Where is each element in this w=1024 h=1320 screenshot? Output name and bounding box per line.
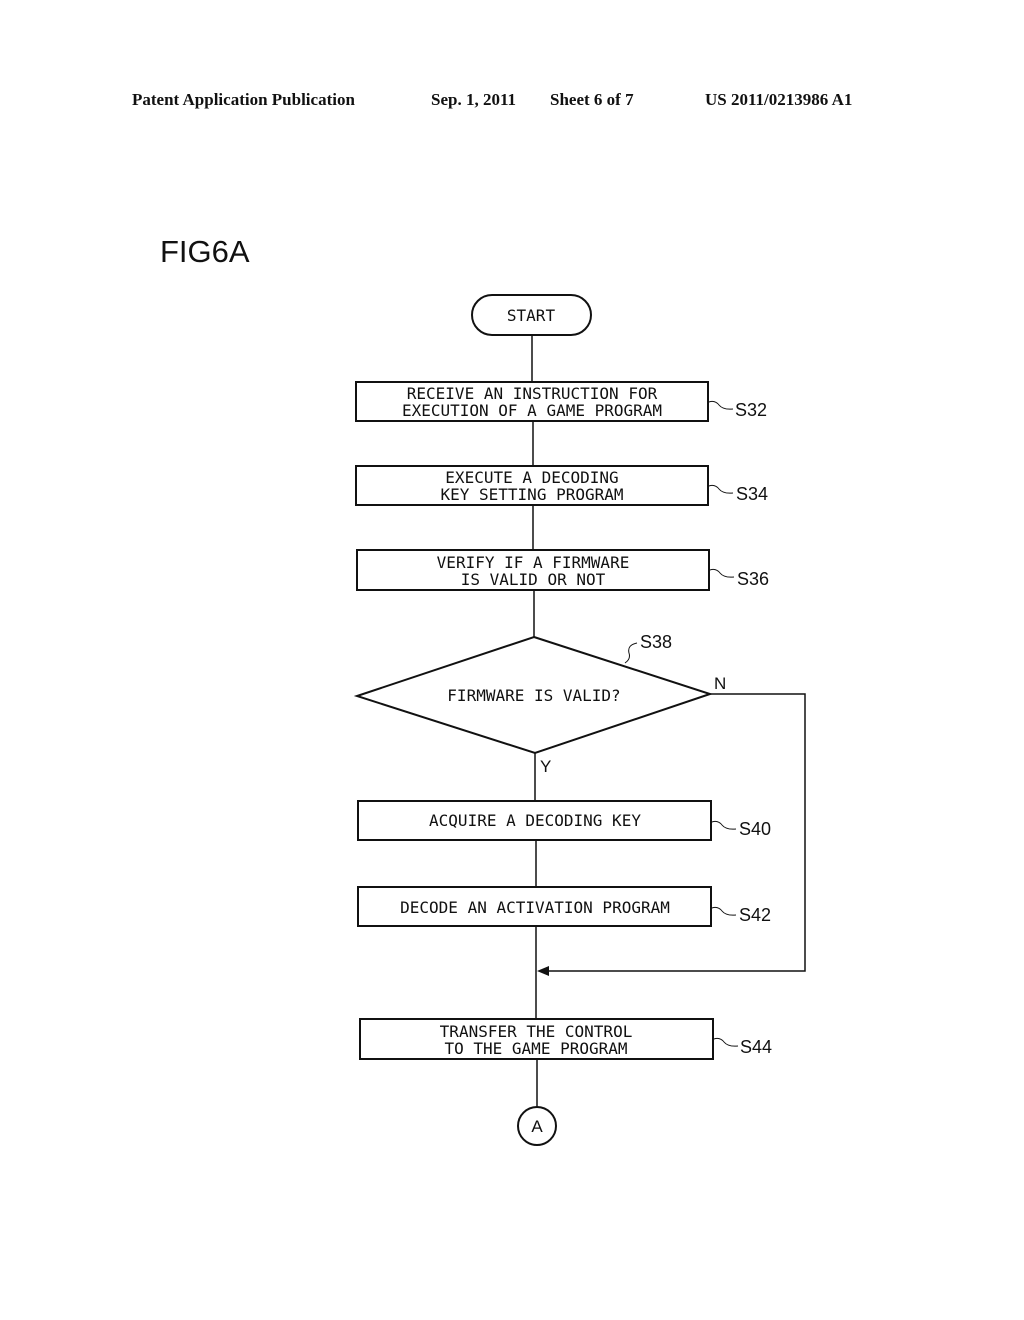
decision-id: S38 xyxy=(640,632,672,652)
step-id: S34 xyxy=(736,484,768,504)
step-id: S40 xyxy=(739,819,771,839)
leader-line xyxy=(624,642,638,664)
no-label: N xyxy=(714,674,726,693)
flowchart: START RECEIVE AN INSTRUCTION FOR EXECUTI… xyxy=(353,294,806,1146)
leader-line xyxy=(709,568,735,578)
step-id: S36 xyxy=(737,569,769,589)
decision-text: FIRMWARE IS VALID? xyxy=(447,686,620,705)
arrowhead xyxy=(537,966,549,976)
step-id: S32 xyxy=(735,400,767,420)
leader-line xyxy=(711,906,737,916)
step-text: IS VALID OR NOT xyxy=(461,570,606,589)
step-text: ACQUIRE A DECODING KEY xyxy=(429,811,641,830)
step-text: DECODE AN ACTIVATION PROGRAM xyxy=(400,898,670,917)
step-text: EXECUTION OF A GAME PROGRAM xyxy=(402,401,662,420)
connector-label: A xyxy=(531,1117,543,1136)
leader-line xyxy=(713,1037,739,1047)
step-text: TO THE GAME PROGRAM xyxy=(444,1039,627,1058)
step-text: KEY SETTING PROGRAM xyxy=(440,485,623,504)
step-id: S42 xyxy=(739,905,771,925)
leader-line xyxy=(711,820,737,830)
step-id: S44 xyxy=(740,1037,772,1057)
start-label: START xyxy=(507,306,556,325)
leader-line xyxy=(708,400,734,410)
leader-line xyxy=(708,484,734,494)
yes-label: Y xyxy=(540,757,551,776)
